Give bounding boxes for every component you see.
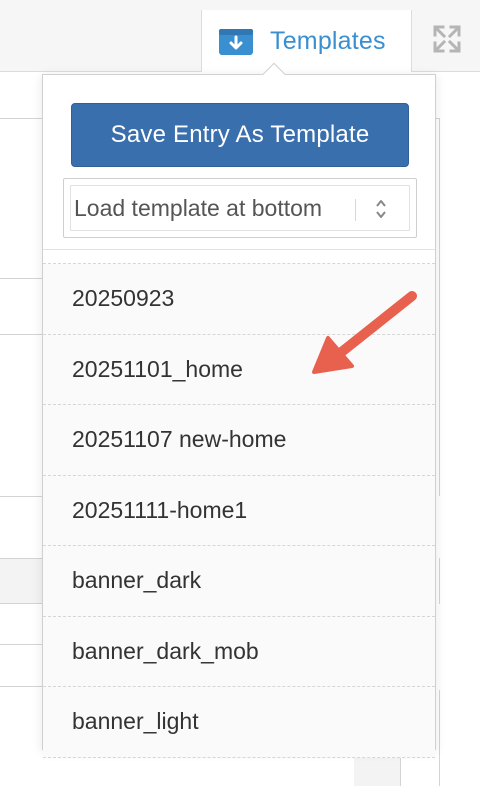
load-template-select[interactable]: Load template at bottom bbox=[63, 178, 417, 238]
fullscreen-icon bbox=[432, 24, 462, 59]
templates-button[interactable]: Templates bbox=[201, 10, 412, 72]
bg-divider bbox=[439, 690, 440, 786]
templates-popover: Save Entry As Template Load template at … bbox=[42, 74, 436, 758]
fullscreen-button[interactable] bbox=[413, 10, 480, 72]
bg-divider bbox=[0, 278, 42, 279]
save-entry-as-template-button[interactable]: Save Entry As Template bbox=[71, 103, 409, 167]
editor-toolbar: Templates bbox=[0, 0, 480, 72]
template-list-item[interactable]: banner_light bbox=[43, 687, 435, 758]
template-list-item[interactable]: 20251111-home1 bbox=[43, 475, 435, 546]
bg-divider bbox=[0, 334, 42, 335]
bg-field bbox=[0, 558, 42, 604]
bg-divider bbox=[439, 558, 440, 604]
bg-divider bbox=[0, 644, 42, 645]
annotation-arrow-icon bbox=[312, 291, 417, 374]
templates-label: Templates bbox=[270, 26, 386, 55]
template-list-item[interactable]: banner_dark_mob bbox=[43, 616, 435, 687]
template-box-icon bbox=[218, 26, 254, 56]
template-list-item[interactable]: banner_dark bbox=[43, 546, 435, 617]
select-value: Load template at bottom bbox=[74, 195, 323, 221]
bg-divider bbox=[439, 118, 440, 496]
bg-divider bbox=[0, 118, 42, 119]
bg-divider bbox=[0, 686, 42, 687]
popover-separator bbox=[43, 249, 435, 250]
canvas: Templates Save Entry As Template Load te… bbox=[0, 0, 480, 786]
select-divider bbox=[355, 199, 356, 221]
select-arrows-icon bbox=[374, 197, 388, 221]
template-list-item[interactable]: 20251107 new-home bbox=[43, 405, 435, 476]
bg-divider bbox=[0, 496, 42, 497]
